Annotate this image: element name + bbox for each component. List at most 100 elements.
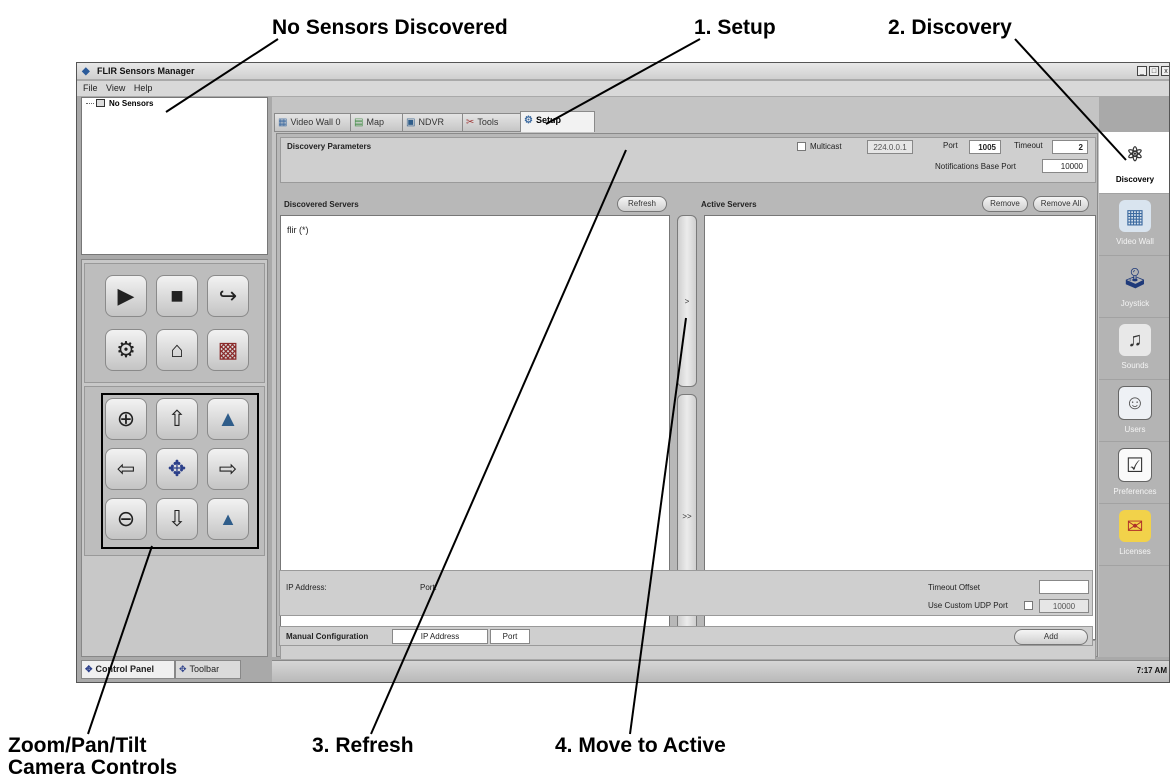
tree-root-label[interactable]: No Sensors bbox=[109, 98, 153, 109]
menu-view[interactable]: View bbox=[106, 83, 125, 93]
timeout-field[interactable]: 2 bbox=[1052, 140, 1088, 154]
multicast-label: Multicast bbox=[810, 142, 842, 151]
manual-port-field[interactable]: Port bbox=[490, 629, 530, 644]
sounds-icon: ♫ bbox=[1119, 324, 1151, 356]
move-to-active-button[interactable]: > bbox=[677, 215, 697, 387]
tab-video-wall[interactable]: ▦ Video Wall 0 bbox=[274, 113, 353, 132]
discovery-parameters-bar: Discovery Parameters Multicast 224.0.0.1… bbox=[280, 137, 1096, 183]
setup-sidebar: ⚛ Discovery ▦ Video Wall 🕹 Joystick ♫ So… bbox=[1099, 132, 1169, 657]
tab-map[interactable]: ▤ Map bbox=[350, 113, 405, 132]
arrow-down-icon: ⇩ bbox=[167, 506, 187, 531]
multicast-address-field[interactable]: 224.0.0.1 bbox=[867, 140, 913, 154]
tab-tools-label: Tools bbox=[477, 117, 499, 127]
tab-toolbar-label: Toolbar bbox=[189, 664, 220, 674]
timeout-offset-field[interactable] bbox=[1039, 580, 1089, 594]
tab-ndvr[interactable]: ▣ NDVR bbox=[402, 113, 465, 132]
settings-icon: ⚙ bbox=[116, 337, 136, 362]
app-window: ◆ FLIR Sensors Manager _ □ x File View H… bbox=[76, 62, 1170, 683]
sidebar-item-discovery[interactable]: ⚛ Discovery bbox=[1099, 132, 1169, 194]
discovery-parameters-title: Discovery Parameters bbox=[287, 142, 372, 151]
tab-control-panel[interactable]: ✥ Control Panel bbox=[81, 660, 175, 679]
status-bar: 7:17 AM bbox=[272, 660, 1169, 682]
users-icon: ☺ bbox=[1118, 386, 1152, 420]
sidebar-item-video-wall[interactable]: ▦ Video Wall bbox=[1099, 194, 1169, 256]
tab-setup[interactable]: ⚙ Setup bbox=[520, 111, 595, 132]
ip-address-label: IP Address: bbox=[286, 583, 327, 592]
tab-tools[interactable]: ✂ Tools bbox=[462, 113, 523, 132]
server-details-panel: IP Address: Port: Timeout Offset Use Cus… bbox=[279, 570, 1093, 616]
play-button[interactable]: ▶ bbox=[105, 275, 147, 317]
callout-setup: 1. Setup bbox=[694, 16, 776, 39]
pan-right-button[interactable]: ⇨ bbox=[207, 448, 249, 490]
zoom-in-icon: ⊕ bbox=[116, 406, 136, 431]
arrow-up-icon: ⇧ bbox=[167, 406, 187, 431]
tools-tab-icon: ✂ bbox=[466, 117, 475, 128]
maximize-button[interactable]: □ bbox=[1149, 66, 1159, 76]
sidebar-item-sounds[interactable]: ♫ Sounds bbox=[1099, 318, 1169, 380]
tab-control-panel-label: Control Panel bbox=[95, 664, 155, 674]
port-field[interactable]: 1005 bbox=[969, 140, 1001, 154]
window-title: FLIR Sensors Manager bbox=[97, 66, 195, 76]
pan-left-button[interactable]: ⇦ bbox=[105, 448, 147, 490]
remove-button[interactable]: Remove bbox=[982, 196, 1028, 212]
custom-udp-checkbox[interactable] bbox=[1024, 601, 1033, 610]
menu-bar: File View Help bbox=[77, 81, 1169, 96]
play-icon: ▶ bbox=[117, 283, 135, 308]
zoom-out-icon: ⊖ bbox=[116, 506, 136, 531]
control-panel-tab-icon: ✥ bbox=[85, 664, 93, 674]
arrow-right-icon: ⇨ bbox=[218, 456, 238, 481]
timeout-label: Timeout bbox=[1014, 141, 1043, 150]
zoom-in-button[interactable]: ⊕ bbox=[105, 398, 147, 440]
minimize-button[interactable]: _ bbox=[1137, 66, 1147, 76]
manual-ip-field[interactable]: IP Address bbox=[392, 629, 488, 644]
home-icon: ⌂ bbox=[170, 337, 184, 362]
port-label: Port bbox=[943, 141, 958, 150]
redo-button[interactable]: ↪ bbox=[207, 275, 249, 317]
stop-button[interactable]: ■ bbox=[156, 275, 198, 317]
toolbar-tab-icon: ✥ bbox=[179, 664, 187, 674]
menu-file[interactable]: File bbox=[83, 83, 98, 93]
multicast-checkbox[interactable] bbox=[797, 142, 806, 151]
pan-up-button[interactable]: ⇧ bbox=[156, 398, 198, 440]
sidebar-item-preferences[interactable]: ☑ Preferences bbox=[1099, 442, 1169, 504]
settings-button[interactable]: ⚙ bbox=[105, 329, 147, 371]
list-item[interactable]: flir (*) bbox=[287, 225, 309, 235]
callout-zoom-line1: Zoom/Pan/Tilt bbox=[8, 734, 147, 757]
focus-near-button[interactable]: ▲ bbox=[207, 498, 249, 540]
manual-configuration-title: Manual Configuration bbox=[286, 632, 369, 641]
tab-map-label: Map bbox=[366, 117, 384, 127]
discovered-servers-title: Discovered Servers bbox=[284, 200, 359, 209]
move-to-active-label: > bbox=[684, 296, 690, 306]
callout-move-active: 4. Move to Active bbox=[555, 734, 726, 757]
zoom-out-button[interactable]: ⊖ bbox=[105, 498, 147, 540]
video-button[interactable]: ▩ bbox=[207, 329, 249, 371]
timeout-offset-label: Timeout Offset bbox=[928, 583, 981, 592]
control-panel: ▶ ■ ↪ ⚙ ⌂ ▩ ⊕ ⇧ ▲ ⇦ ✥ ⇨ ⊖ ⇩ ▲ bbox=[81, 259, 268, 657]
bottom-tabs: ✥ Control Panel ✥ Toolbar bbox=[81, 660, 241, 679]
sensor-tree: No Sensors bbox=[81, 97, 268, 255]
pan-down-button[interactable]: ⇩ bbox=[156, 498, 198, 540]
sidebar-item-joystick[interactable]: 🕹 Joystick bbox=[1099, 256, 1169, 318]
menu-help[interactable]: Help bbox=[134, 83, 153, 93]
sidebar-item-licenses[interactable]: ✉ Licenses bbox=[1099, 504, 1169, 566]
tab-toolbar[interactable]: ✥ Toolbar bbox=[175, 660, 241, 679]
add-button[interactable]: Add bbox=[1014, 629, 1088, 645]
sidebar-item-label: Discovery bbox=[1115, 175, 1155, 184]
remove-all-button[interactable]: Remove All bbox=[1033, 196, 1089, 212]
refresh-button[interactable]: Refresh bbox=[617, 196, 667, 212]
joystick-center-icon: ✥ bbox=[167, 456, 187, 481]
focus-near-icon: ▲ bbox=[219, 508, 237, 529]
sidebar-item-users[interactable]: ☺ Users bbox=[1099, 380, 1169, 442]
map-tab-icon: ▤ bbox=[354, 117, 364, 128]
focus-far-button[interactable]: ▲ bbox=[207, 398, 249, 440]
custom-udp-port-field[interactable]: 10000 bbox=[1039, 599, 1089, 613]
notifications-port-field[interactable]: 10000 bbox=[1042, 159, 1088, 173]
ndvr-tab-icon: ▣ bbox=[406, 117, 416, 128]
callout-discovery: 2. Discovery bbox=[888, 16, 1012, 39]
ptz-controls: ⊕ ⇧ ▲ ⇦ ✥ ⇨ ⊖ ⇩ ▲ bbox=[84, 386, 265, 556]
video-wall-icon: ▦ bbox=[1119, 200, 1151, 232]
home-button[interactable]: ⌂ bbox=[156, 329, 198, 371]
title-bar: ◆ FLIR Sensors Manager bbox=[77, 63, 1169, 80]
close-button[interactable]: x bbox=[1161, 66, 1169, 76]
joystick-center-button[interactable]: ✥ bbox=[156, 448, 198, 490]
